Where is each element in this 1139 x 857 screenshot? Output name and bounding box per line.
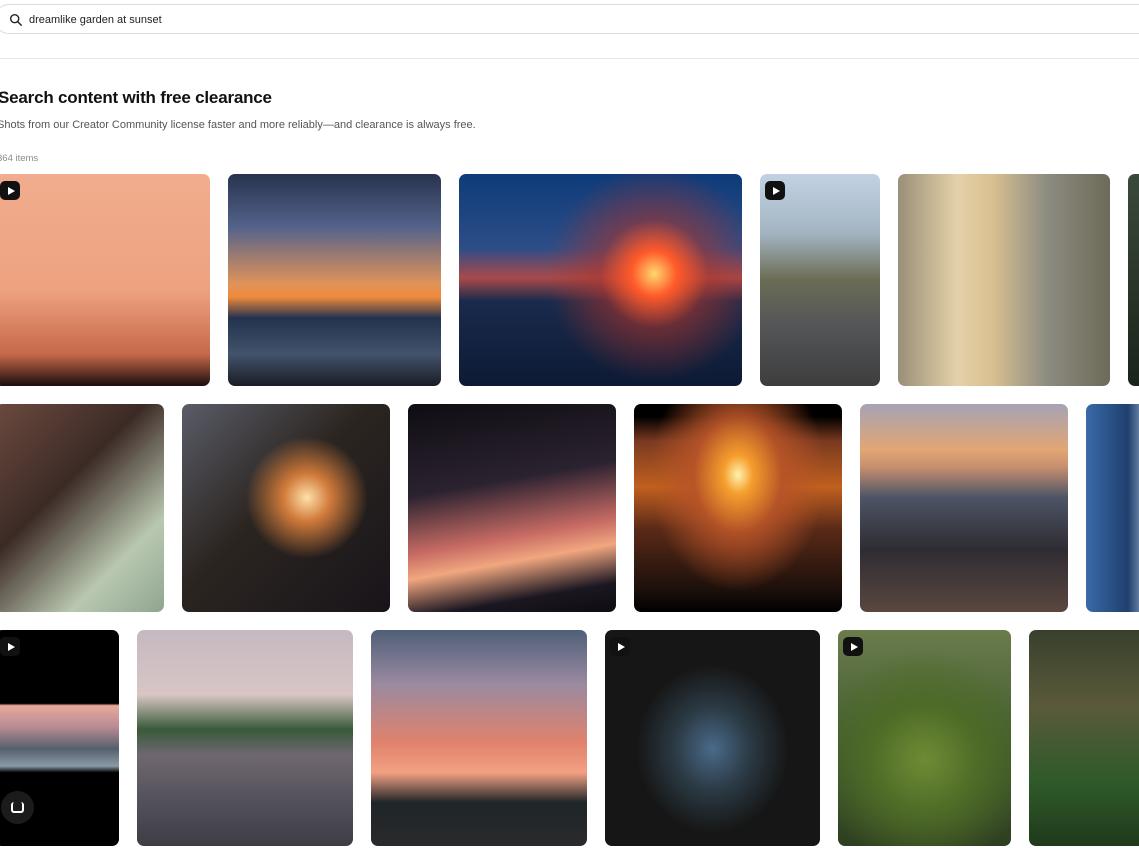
tile-child-street[interactable] [760,174,880,386]
play-icon [843,637,863,656]
tile-beach-sunset[interactable] [228,174,441,386]
tile-road-sunset[interactable] [371,630,587,846]
tile-wine-waterway[interactable] [137,630,353,846]
tile-mountain-sunset[interactable] [634,404,842,612]
play-icon [0,637,20,656]
page-subheading: Shots from our Creator Community license… [0,119,476,131]
search-input[interactable] [29,10,629,30]
chat-icon [11,802,24,813]
play-icon [610,637,630,656]
play-icon [0,181,20,200]
tile-airplane-sunset[interactable] [459,174,742,386]
tile-portrait-woman[interactable] [0,404,164,612]
search-icon [9,13,22,26]
tile-palm-silhouette[interactable] [408,404,616,612]
tile-topiary-garden[interactable] [838,630,1011,846]
result-count: 364 items [0,153,39,164]
search-bar[interactable] [0,4,1139,34]
tile-retro-tv[interactable] [605,630,820,846]
tile-partial-right-1[interactable] [1128,174,1139,386]
page-heading: Search content with free clearance [0,88,272,107]
tile-pink-sky[interactable] [0,174,210,386]
chat-button[interactable] [1,791,34,824]
tile-partial-right-2[interactable] [1086,404,1139,612]
tile-street-sunflare[interactable] [182,404,390,612]
top-bar [0,0,1139,59]
play-icon [765,181,785,200]
tile-blonde-marina[interactable] [898,174,1110,386]
tile-partial-right-3[interactable] [1029,630,1139,846]
tile-couple-pier[interactable] [860,404,1068,612]
